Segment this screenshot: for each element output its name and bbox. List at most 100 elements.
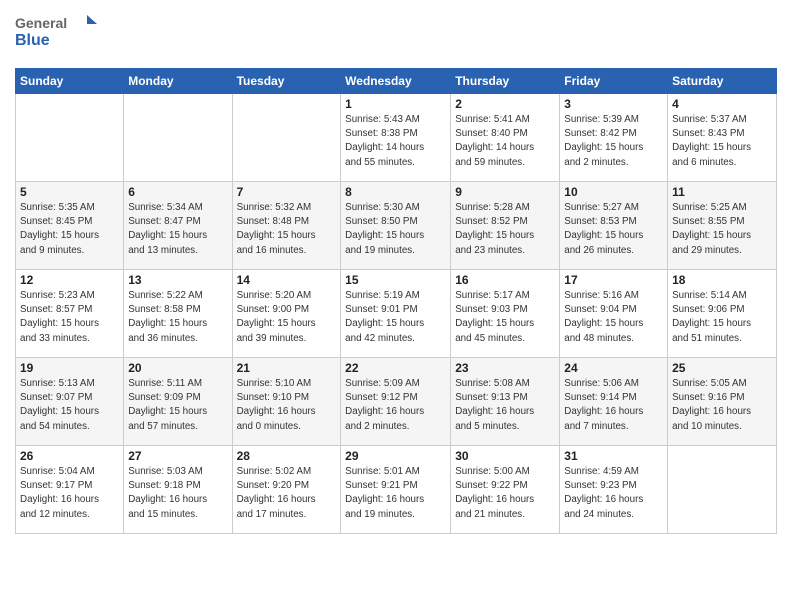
calendar-cell: 18 Sunrise: 5:14 AM Sunset: 9:06 PM Dayli… — [668, 270, 777, 358]
day-number: 20 — [128, 361, 227, 375]
calendar-cell: 27Sunrise: 5:03 AM Sunset: 9:18 PM Dayli… — [124, 446, 232, 534]
calendar-cell: 3 Sunrise: 5:39 AM Sunset: 8:42 PM Daylig… — [560, 94, 668, 182]
calendar-week-row: 5 Sunrise: 5:35 AM Sunset: 8:45 PM Daylig… — [16, 182, 777, 270]
day-number: 23 — [455, 361, 555, 375]
day-info: Sunrise: 5:11 AM Sunset: 9:09 PM Dayligh… — [128, 377, 227, 434]
calendar-cell: 7Sunrise: 5:32 AM Sunset: 8:48 PM Daylig… — [232, 182, 341, 270]
day-info: Sunrise: 5:09 AM Sunset: 9:12 PM Dayligh… — [345, 377, 446, 434]
calendar-cell: 23 Sunrise: 5:08 AM Sunset: 9:13 PM Dayli… — [451, 358, 560, 446]
svg-text:Blue: Blue — [15, 32, 50, 49]
day-of-week-header: Friday — [560, 69, 668, 94]
day-info: Sunrise: 5:30 AM Sunset: 8:50 PM Dayligh… — [345, 201, 446, 258]
day-info: Sunrise: 5:20 AM Sunset: 9:00 PM Dayligh… — [237, 289, 337, 346]
calendar-cell: 6 Sunrise: 5:34 AM Sunset: 8:47 PM Daylig… — [124, 182, 232, 270]
day-number: 16 — [455, 273, 555, 287]
day-number: 18 — [672, 273, 772, 287]
day-info: Sunrise: 5:25 AM Sunset: 8:55 PM Dayligh… — [672, 201, 772, 258]
day-number: 5 — [20, 185, 119, 199]
day-of-week-header: Wednesday — [341, 69, 451, 94]
day-info: Sunrise: 5:39 AM Sunset: 8:42 PM Dayligh… — [564, 113, 663, 170]
day-number: 22 — [345, 361, 446, 375]
calendar-week-row: 19 Sunrise: 5:13 AM Sunset: 9:07 PM Dayli… — [16, 358, 777, 446]
svg-text:General: General — [15, 15, 67, 31]
day-number: 12 — [20, 273, 119, 287]
calendar-cell: 30 Sunrise: 5:00 AM Sunset: 9:22 PM Dayli… — [451, 446, 560, 534]
day-info: Sunrise: 5:27 AM Sunset: 8:53 PM Dayligh… — [564, 201, 663, 258]
calendar-cell: 8 Sunrise: 5:30 AM Sunset: 8:50 PM Daylig… — [341, 182, 451, 270]
day-info: Sunrise: 5:34 AM Sunset: 8:47 PM Dayligh… — [128, 201, 227, 258]
day-info: Sunrise: 5:37 AM Sunset: 8:43 PM Dayligh… — [672, 113, 772, 170]
calendar-cell: 10 Sunrise: 5:27 AM Sunset: 8:53 PM Dayli… — [560, 182, 668, 270]
day-number: 28 — [237, 449, 337, 463]
day-info: Sunrise: 5:06 AM Sunset: 9:14 PM Dayligh… — [564, 377, 663, 434]
day-of-week-header: Tuesday — [232, 69, 341, 94]
day-number: 4 — [672, 97, 772, 111]
day-number: 21 — [237, 361, 337, 375]
day-number: 2 — [455, 97, 555, 111]
calendar-cell: 9Sunrise: 5:28 AM Sunset: 8:52 PM Daylig… — [451, 182, 560, 270]
calendar-cell — [16, 94, 124, 182]
day-info: Sunrise: 5:14 AM Sunset: 9:06 PM Dayligh… — [672, 289, 772, 346]
day-info: Sunrise: 4:59 AM Sunset: 9:23 PM Dayligh… — [564, 465, 663, 522]
day-number: 15 — [345, 273, 446, 287]
calendar-cell: 5 Sunrise: 5:35 AM Sunset: 8:45 PM Daylig… — [16, 182, 124, 270]
day-number: 3 — [564, 97, 663, 111]
calendar-cell: 1 Sunrise: 5:43 AM Sunset: 8:38 PM Daylig… — [341, 94, 451, 182]
day-number: 1 — [345, 97, 446, 111]
calendar-cell: 16 Sunrise: 5:17 AM Sunset: 9:03 PM Dayli… — [451, 270, 560, 358]
calendar-cell — [232, 94, 341, 182]
day-info: Sunrise: 5:19 AM Sunset: 9:01 PM Dayligh… — [345, 289, 446, 346]
day-info: Sunrise: 5:13 AM Sunset: 9:07 PM Dayligh… — [20, 377, 119, 434]
header: General Blue — [15, 10, 777, 60]
calendar-cell: 25Sunrise: 5:05 AM Sunset: 9:16 PM Dayli… — [668, 358, 777, 446]
day-number: 27 — [128, 449, 227, 463]
day-info: Sunrise: 5:16 AM Sunset: 9:04 PM Dayligh… — [564, 289, 663, 346]
day-info: Sunrise: 5:17 AM Sunset: 9:03 PM Dayligh… — [455, 289, 555, 346]
calendar-cell: 13 Sunrise: 5:22 AM Sunset: 8:58 PM Dayli… — [124, 270, 232, 358]
day-number: 19 — [20, 361, 119, 375]
day-info: Sunrise: 5:22 AM Sunset: 8:58 PM Dayligh… — [128, 289, 227, 346]
day-number: 6 — [128, 185, 227, 199]
day-number: 24 — [564, 361, 663, 375]
calendar-cell: 31 Sunrise: 4:59 AM Sunset: 9:23 PM Dayli… — [560, 446, 668, 534]
calendar-header-row: SundayMondayTuesdayWednesdayThursdayFrid… — [16, 69, 777, 94]
day-number: 26 — [20, 449, 119, 463]
calendar-cell: 21 Sunrise: 5:10 AM Sunset: 9:10 PM Dayli… — [232, 358, 341, 446]
calendar-cell: 17Sunrise: 5:16 AM Sunset: 9:04 PM Dayli… — [560, 270, 668, 358]
calendar-cell: 28 Sunrise: 5:02 AM Sunset: 9:20 PM Dayli… — [232, 446, 341, 534]
day-number: 29 — [345, 449, 446, 463]
calendar-cell: 24 Sunrise: 5:06 AM Sunset: 9:14 PM Dayli… — [560, 358, 668, 446]
day-number: 11 — [672, 185, 772, 199]
calendar-cell: 12 Sunrise: 5:23 AM Sunset: 8:57 PM Dayli… — [16, 270, 124, 358]
day-info: Sunrise: 5:23 AM Sunset: 8:57 PM Dayligh… — [20, 289, 119, 346]
calendar-week-row: 1 Sunrise: 5:43 AM Sunset: 8:38 PM Daylig… — [16, 94, 777, 182]
calendar-cell: 22 Sunrise: 5:09 AM Sunset: 9:12 PM Dayli… — [341, 358, 451, 446]
day-info: Sunrise: 5:04 AM Sunset: 9:17 PM Dayligh… — [20, 465, 119, 522]
day-info: Sunrise: 5:08 AM Sunset: 9:13 PM Dayligh… — [455, 377, 555, 434]
day-info: Sunrise: 5:10 AM Sunset: 9:10 PM Dayligh… — [237, 377, 337, 434]
calendar-cell: 4 Sunrise: 5:37 AM Sunset: 8:43 PM Daylig… — [668, 94, 777, 182]
day-number: 8 — [345, 185, 446, 199]
day-of-week-header: Monday — [124, 69, 232, 94]
logo: General Blue — [15, 10, 105, 60]
day-number: 7 — [237, 185, 337, 199]
page: General Blue SundayMondayTuesdayWednesda… — [0, 0, 792, 612]
day-number: 30 — [455, 449, 555, 463]
calendar-cell — [668, 446, 777, 534]
day-info: Sunrise: 5:01 AM Sunset: 9:21 PM Dayligh… — [345, 465, 446, 522]
day-info: Sunrise: 5:28 AM Sunset: 8:52 PM Dayligh… — [455, 201, 555, 258]
day-of-week-header: Sunday — [16, 69, 124, 94]
day-number: 13 — [128, 273, 227, 287]
day-info: Sunrise: 5:35 AM Sunset: 8:45 PM Dayligh… — [20, 201, 119, 258]
day-info: Sunrise: 5:43 AM Sunset: 8:38 PM Dayligh… — [345, 113, 446, 170]
day-info: Sunrise: 5:02 AM Sunset: 9:20 PM Dayligh… — [237, 465, 337, 522]
calendar-cell: 2Sunrise: 5:41 AM Sunset: 8:40 PM Daylig… — [451, 94, 560, 182]
day-number: 10 — [564, 185, 663, 199]
calendar-table: SundayMondayTuesdayWednesdayThursdayFrid… — [15, 68, 777, 534]
calendar-cell: 11 Sunrise: 5:25 AM Sunset: 8:55 PM Dayli… — [668, 182, 777, 270]
calendar-cell — [124, 94, 232, 182]
calendar-cell: 29 Sunrise: 5:01 AM Sunset: 9:21 PM Dayli… — [341, 446, 451, 534]
day-info: Sunrise: 5:00 AM Sunset: 9:22 PM Dayligh… — [455, 465, 555, 522]
calendar-cell: 19 Sunrise: 5:13 AM Sunset: 9:07 PM Dayli… — [16, 358, 124, 446]
day-number: 31 — [564, 449, 663, 463]
